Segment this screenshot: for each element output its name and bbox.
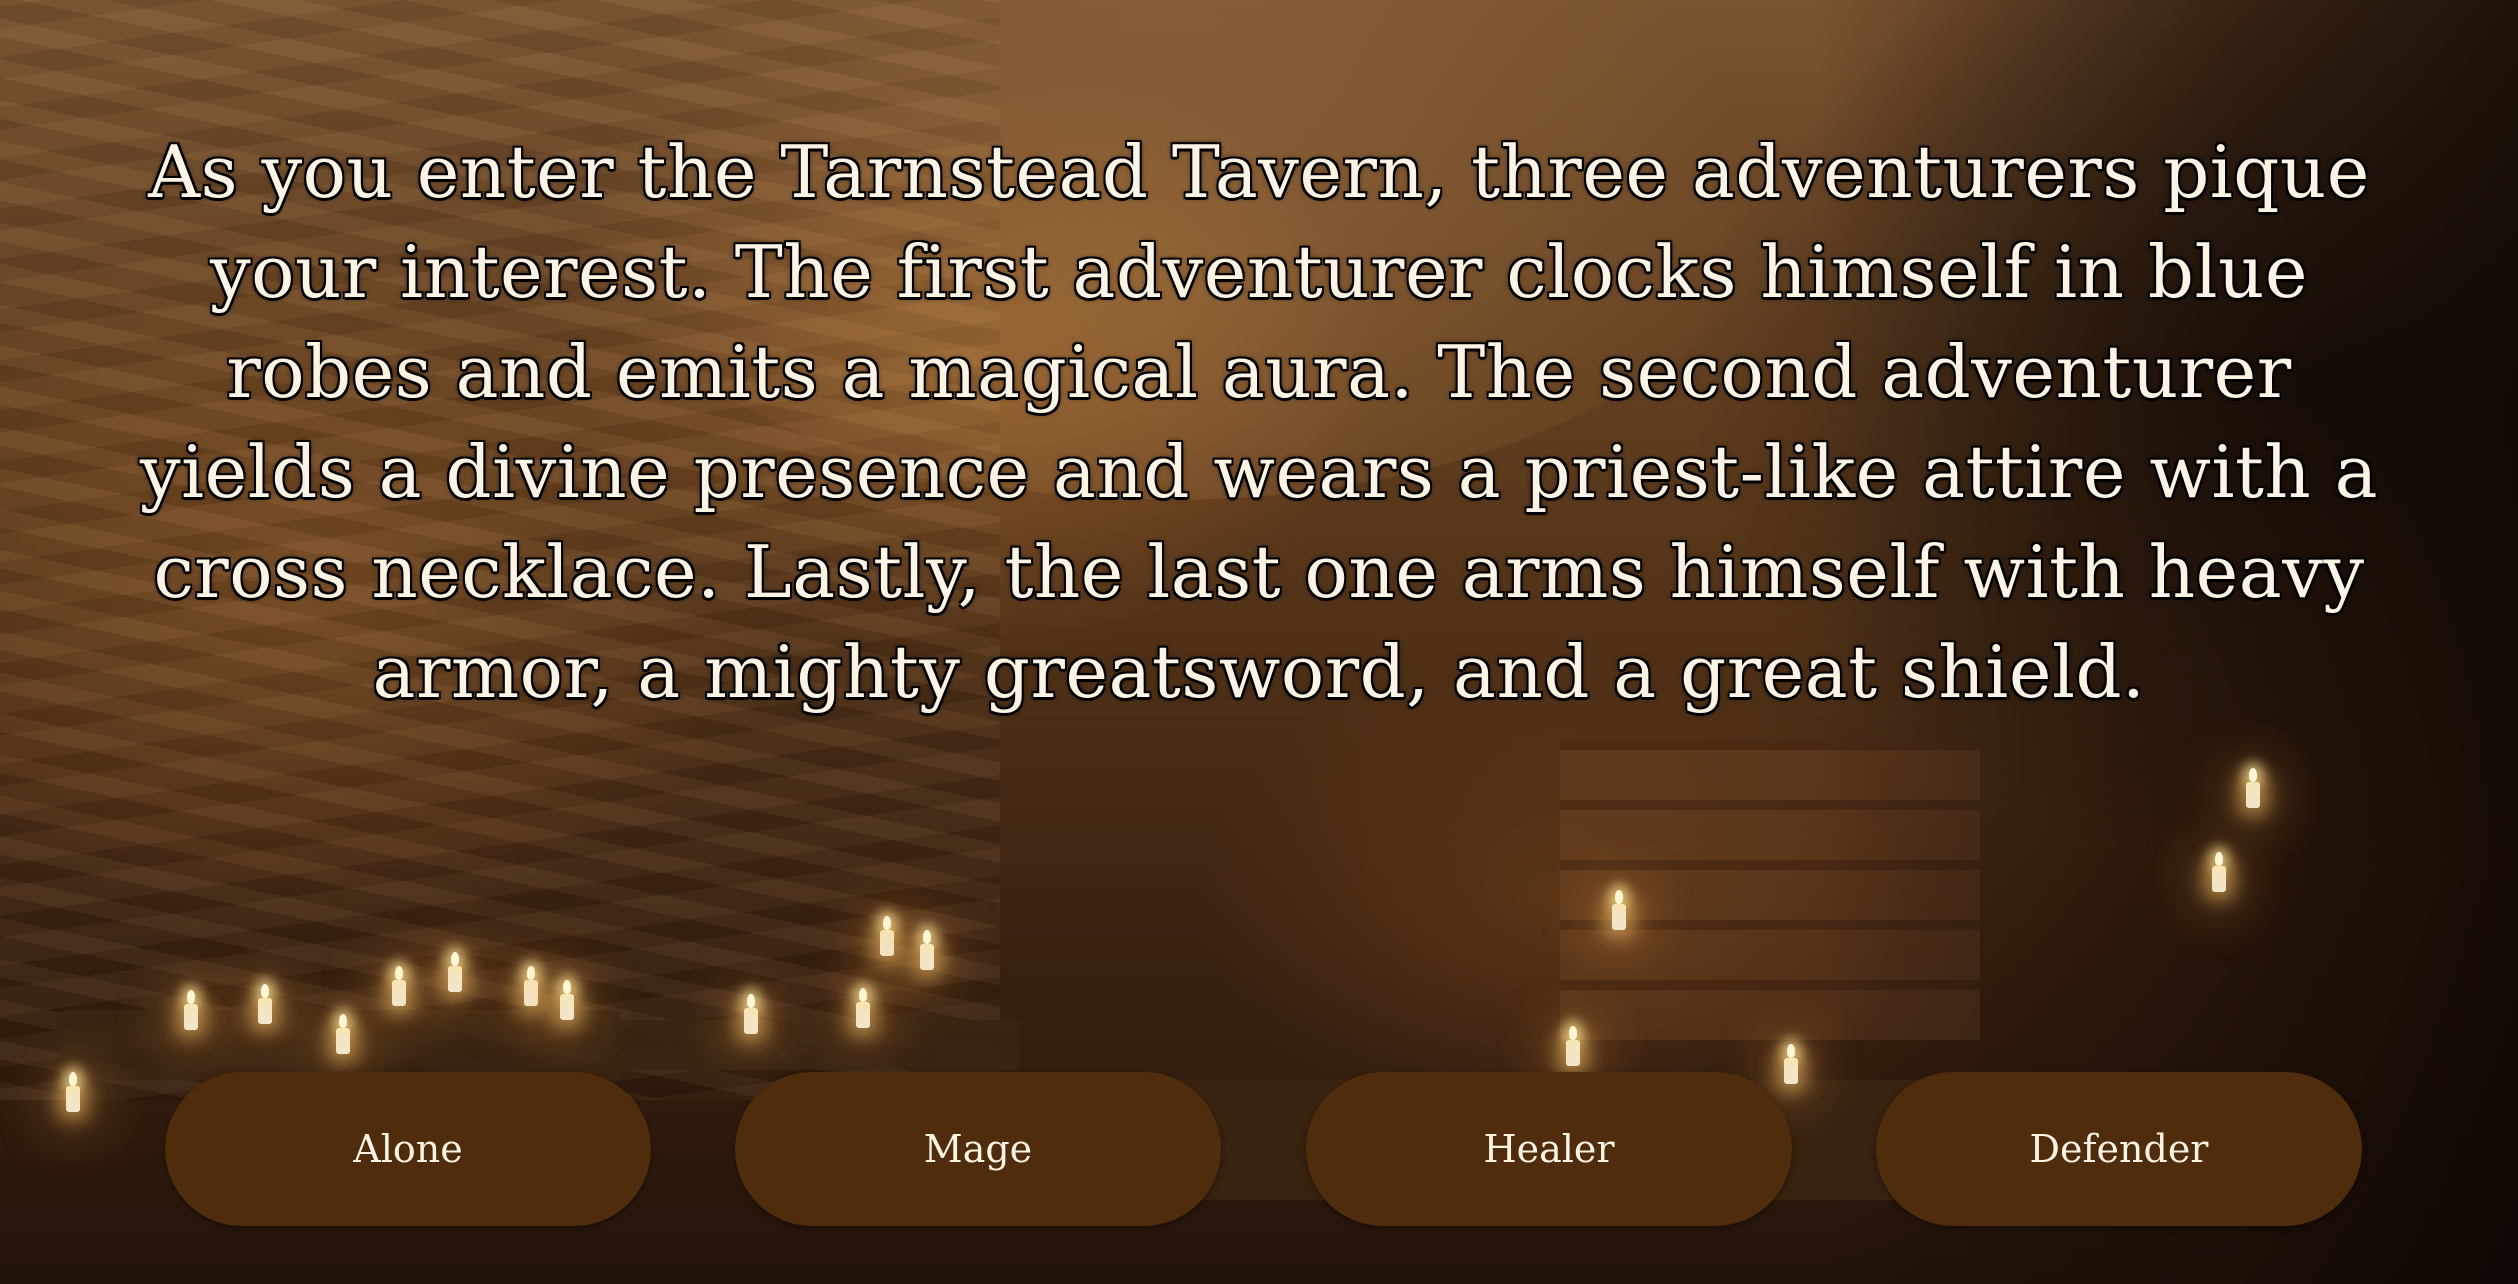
candle bbox=[920, 930, 934, 970]
candle bbox=[184, 990, 198, 1030]
candle bbox=[336, 1014, 350, 1054]
story-text: As you enter the Tarnstead Tavern, three… bbox=[139, 130, 2379, 714]
candle bbox=[560, 980, 574, 1020]
candle bbox=[1612, 890, 1626, 930]
choice-defender-button[interactable]: Defender bbox=[1876, 1072, 2362, 1226]
candle bbox=[2246, 768, 2260, 808]
choice-alone-button[interactable]: Alone bbox=[165, 1072, 651, 1226]
candle bbox=[524, 966, 538, 1006]
candle bbox=[392, 966, 406, 1006]
choice-bar: Alone Mage Healer Defender bbox=[0, 1072, 2518, 1226]
candle bbox=[880, 916, 894, 956]
choice-healer-button[interactable]: Healer bbox=[1306, 1072, 1792, 1226]
candle bbox=[448, 952, 462, 992]
tavern-table bbox=[600, 1020, 1020, 1070]
choice-mage-button[interactable]: Mage bbox=[735, 1072, 1221, 1226]
candle bbox=[744, 994, 758, 1034]
candle bbox=[1566, 1026, 1580, 1066]
candle bbox=[2212, 852, 2226, 892]
candle bbox=[258, 984, 272, 1024]
tavern-scene: As you enter the Tarnstead Tavern, three… bbox=[0, 0, 2518, 1284]
candle bbox=[856, 988, 870, 1028]
